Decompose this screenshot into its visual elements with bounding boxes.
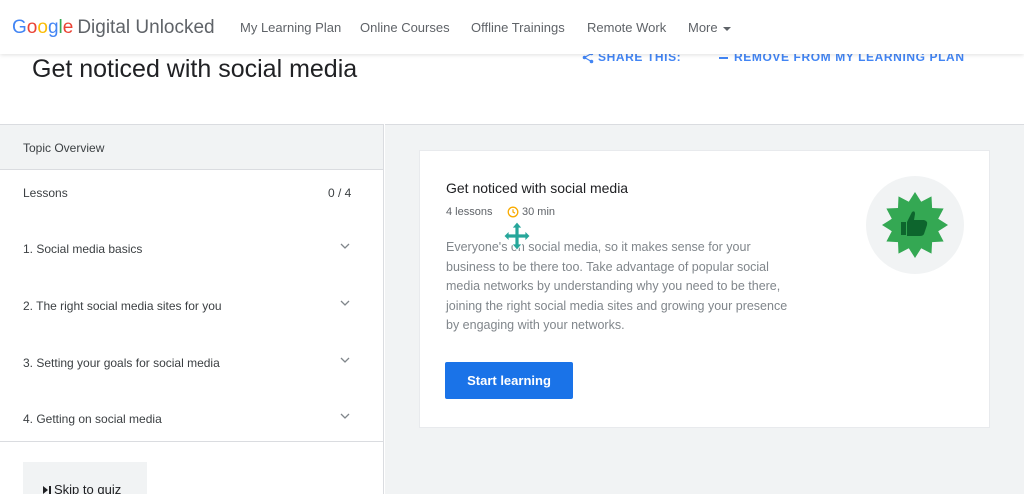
card-title: Get noticed with social media [446,180,629,196]
duration: 30 min [522,206,556,218]
badge-container [866,176,964,274]
brand-letter: o [37,17,48,38]
divider [0,441,383,442]
nav-remote-work[interactable]: Remote Work [587,20,666,35]
lesson-item[interactable]: 2. The right social media sites for you [0,287,383,327]
topic-description: Everyone's on social media, so it makes … [446,240,788,333]
brand-letter: e [62,17,74,38]
clock-icon [507,206,519,218]
brand-letter: G [12,17,27,38]
lesson-label: 3. Setting your goals for social media [23,356,220,370]
topic-overview-label: Topic Overview [23,141,105,155]
nav-my-learning-plan[interactable]: My Learning Plan [240,20,341,35]
skip-icon-bar [49,486,51,494]
move-cursor-icon [503,221,531,251]
thumbs-up-badge-icon [882,192,948,258]
brand-letter: o [26,17,38,38]
topic-card: Get noticed with social media 4 lessons … [419,150,990,428]
lessons-count: 4 lessons [446,206,493,218]
lessons-progress: 0 / 4 [328,186,352,200]
chevron-down-icon [340,300,350,306]
top-navigation-bar: Google Digital Unlocked My Learning Plan … [0,0,1024,54]
lesson-item[interactable]: 1. Social media basics [0,230,383,270]
brand-name: Digital Unlocked [77,17,215,38]
minus-icon [719,57,728,59]
lesson-label: 4. Getting on social media [23,412,162,426]
nav-more-dropdown[interactable]: More [688,20,731,35]
skip-to-quiz-button[interactable]: Skip to quiz [23,462,147,494]
lesson-label: 1. Social media basics [23,242,143,256]
topic-overview-tab[interactable]: Topic Overview [0,125,383,170]
caret-down-icon [722,26,731,31]
lesson-item[interactable]: 4. Getting on social media [0,400,383,440]
lesson-item[interactable]: 3. Setting your goals for social media [0,344,383,384]
nav-more-label: More [688,20,718,35]
nav-offline-trainings[interactable]: Offline Trainings [471,20,565,35]
google-digital-unlocked-logo[interactable]: Google Digital Unlocked [12,17,215,39]
chevron-down-icon [340,243,350,249]
lessons-heading: Lessons [23,186,68,200]
start-learning-button[interactable]: Start learning [445,362,573,399]
nav-online-courses[interactable]: Online Courses [360,20,450,35]
chevron-down-icon [340,357,350,363]
main-content: Get noticed with social media 4 lessons … [385,124,1024,494]
lesson-label: 2. The right social media sites for you [23,299,222,313]
topic-sidebar: Topic Overview Lessons 0 / 4 1. Social m… [0,124,384,494]
skip-icon [43,486,48,494]
skip-to-quiz-label: Skip to quiz [54,482,122,494]
page-title: Get noticed with social media [32,55,358,83]
chevron-down-icon [340,413,350,419]
brand-letter: g [47,17,59,38]
